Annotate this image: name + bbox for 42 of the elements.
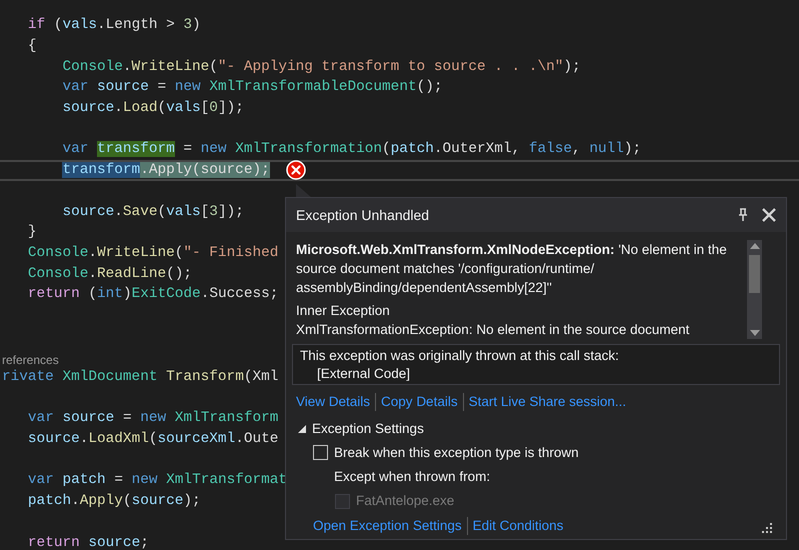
inner-exception-text: XmlTransformationException: No element in the source document (296, 321, 690, 339)
code-line: Console.WriteLine("- Applying transform to source . . .\n"); (61, 58, 581, 76)
code-line: transform.Apply(source); (61, 161, 270, 180)
pin-icon[interactable] (738, 208, 748, 222)
code-line: { (26, 37, 37, 56)
code-line: source.LoadXml(sourceXml.Oute (26, 430, 278, 448)
resize-grip-icon[interactable] (760, 521, 772, 533)
popup-title: Exception Unhandled (296, 206, 430, 225)
except-label: Except when thrown from: (333, 468, 492, 486)
error-icon[interactable] (286, 160, 306, 180)
close-icon[interactable] (762, 208, 776, 222)
settings-heading[interactable]: Exception Settings (312, 419, 424, 440)
details-link[interactable]: Copy Details (381, 392, 458, 412)
code-line: return source; (26, 534, 149, 550)
code-line: } (26, 223, 37, 242)
scroll-down-icon[interactable] (750, 330, 760, 336)
code-line: if (vals.Length > 3) (26, 16, 201, 34)
code-line: Console.WriteLine("- Finished (26, 244, 278, 262)
expand-triangle-icon[interactable] (298, 425, 306, 434)
call-stack-frame[interactable]: [External Code] (300, 365, 772, 383)
inner-exception-heading: Inner Exception (296, 302, 391, 320)
code-line: var patch = new XmlTransformat (26, 471, 288, 490)
code-line: Console.ReadLine(); (26, 264, 192, 283)
scroll-thumb[interactable] (749, 255, 760, 293)
code-line: rivate XmlDocument Transform(Xml (2, 368, 278, 386)
details-link[interactable]: View Details (296, 392, 370, 412)
codelens-text[interactable]: references (2, 352, 59, 367)
code-line: var source = new XmlTransform (26, 409, 278, 428)
scroll-up-icon[interactable] (750, 243, 760, 249)
code-line: var source = new XmlTransformableDocument(); (61, 78, 443, 96)
settings-link[interactable]: Edit Conditions (472, 516, 564, 536)
code-line: patch.Apply(source); (26, 492, 201, 510)
details-link[interactable]: Start Live Share session... (468, 392, 626, 412)
code-line: return (int)ExitCode.Success; (26, 285, 278, 304)
call-stack-heading: This exception was originally thrown at this call stack: (300, 347, 620, 365)
settings-link[interactable]: Open Exception Settings (313, 516, 462, 536)
code-line: var transform = new XmlTransformation(patch.OuterXml, false, null); (61, 140, 642, 158)
checkbox-label[interactable]: Break when this exception type is thrown (334, 442, 579, 463)
scrollbar[interactable] (747, 240, 762, 339)
code-line: source.Load(vals[0]); (61, 99, 244, 118)
code-line: source.Save(vals[3]); (61, 202, 244, 221)
exception-message: Microsoft.Web.XmlTransform.XmlNodeException: 'No element in the source document matches '/configuration/runtime/ assemblyBinding/dependentAssembly[22]'' (296, 241, 728, 297)
